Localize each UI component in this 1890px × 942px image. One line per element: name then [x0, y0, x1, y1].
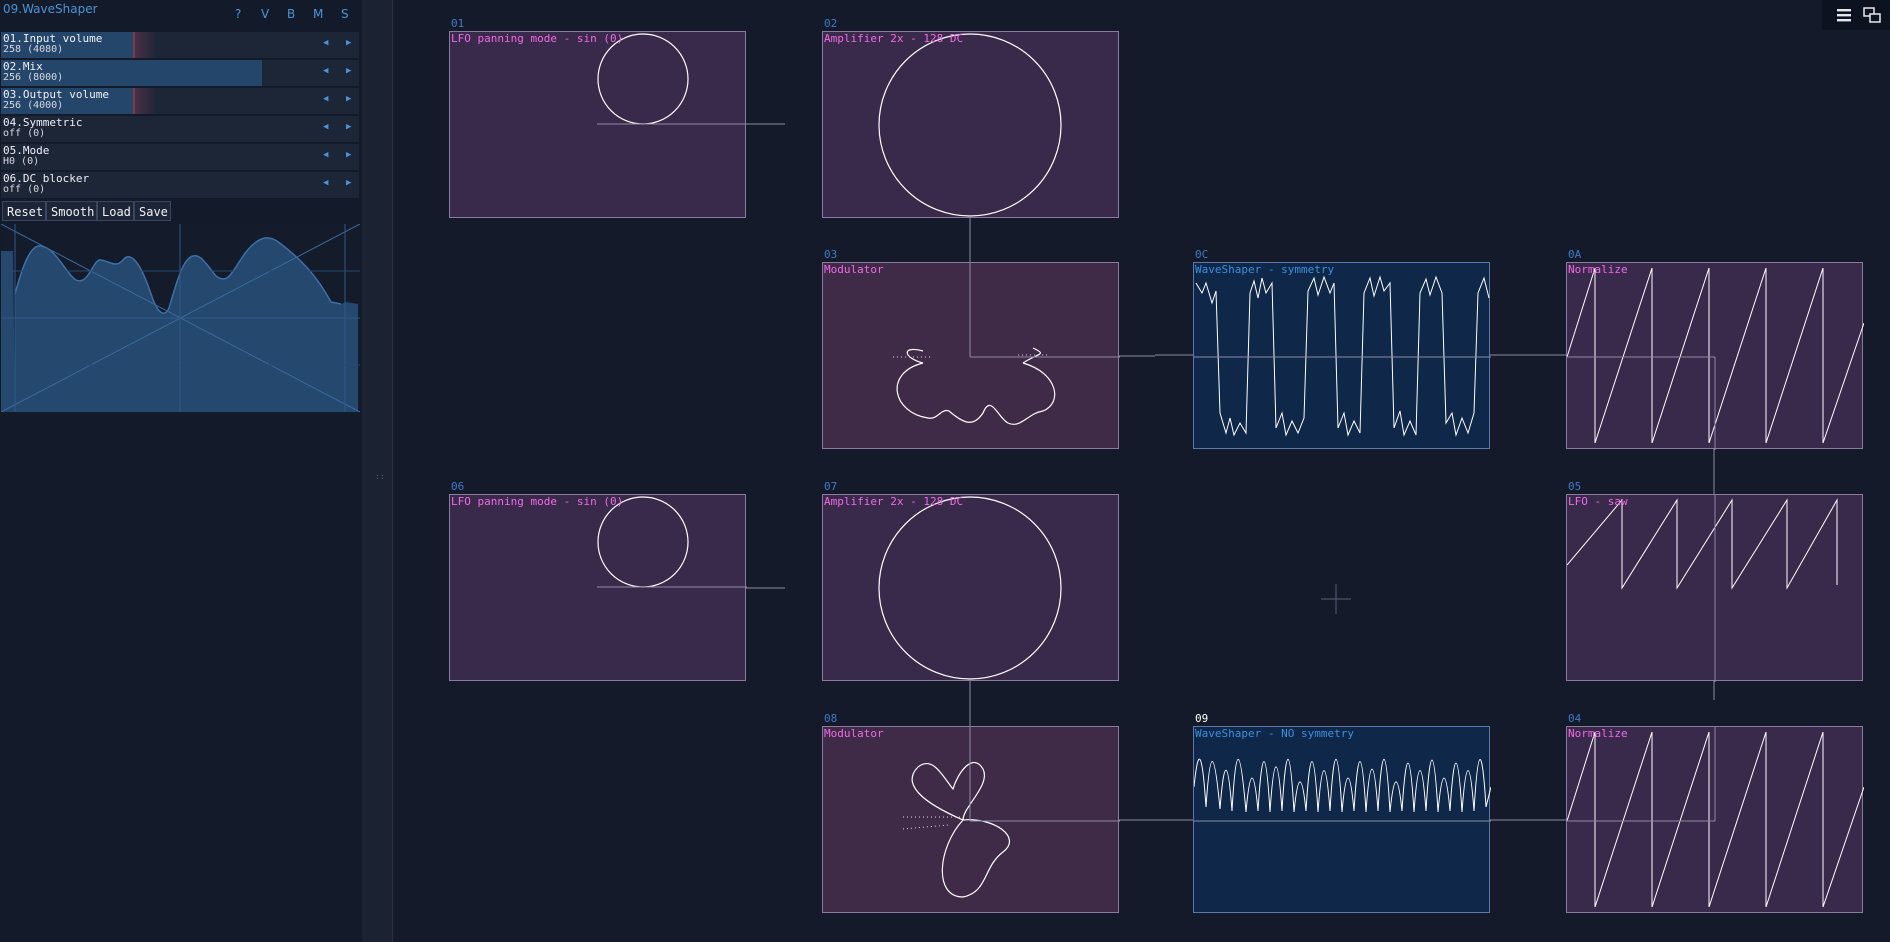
node-08-modulator[interactable]: 08 Modulator — [822, 712, 1120, 913]
node-label: Modulator — [824, 263, 884, 276]
node-number: 06 — [451, 480, 465, 493]
node-05-lfo-saw[interactable]: 05 LFO - saw — [1566, 480, 1863, 682]
node-03-modulator[interactable]: 03 Modulator — [822, 248, 1120, 449]
node-label: Amplifier 2x - 128 DC — [824, 32, 964, 45]
node-label: LFO panning mode - sin (0) — [451, 495, 624, 508]
node-label: Modulator — [824, 727, 884, 740]
node-label: Amplifier 2x - 128 DC — [824, 495, 964, 508]
node-04-normalize[interactable]: 04 Normalize — [1566, 712, 1864, 913]
node-06-lfo-panning[interactable]: 06 LFO panning mode - sin (0) — [449, 480, 747, 681]
node-09-waveshaper-no-symmetry[interactable]: 09 WaveShaper - NO symmetry — [1193, 712, 1491, 913]
node-number: 02 — [824, 17, 838, 30]
crosshair-icon — [1321, 584, 1351, 614]
hamburger-menu-icon[interactable] — [1834, 6, 1854, 24]
node-0c-waveshaper-symmetry[interactable]: 0C WaveShaper - symmetry — [1193, 248, 1491, 449]
node-number: 05 — [1568, 480, 1582, 493]
node-number: 08 — [824, 712, 838, 725]
windows-icon[interactable] — [1862, 6, 1882, 24]
node-number: 04 — [1568, 712, 1582, 725]
node-number: 09 — [1195, 712, 1209, 725]
node-07-amplifier[interactable]: 07 Amplifier 2x - 128 DC — [822, 480, 1119, 681]
node-label: LFO panning mode - sin (0) — [451, 32, 624, 45]
node-label: LFO - saw — [1568, 495, 1628, 508]
node-02-amplifier[interactable]: 02 Amplifier 2x - 128 DC — [822, 17, 1119, 218]
node-label: WaveShaper - symmetry — [1195, 263, 1335, 276]
top-right-toolbar — [1822, 0, 1890, 30]
node-number: 03 — [824, 248, 838, 261]
node-label: Normalize — [1568, 263, 1628, 276]
node-number: 07 — [824, 480, 838, 493]
node-label: Normalize — [1568, 727, 1628, 740]
node-number: 01 — [451, 17, 465, 30]
node-label: WaveShaper - NO symmetry — [1195, 727, 1354, 740]
node-number: 0A — [1568, 248, 1582, 261]
node-number: 0C — [1195, 248, 1209, 261]
node-01-lfo-panning[interactable]: 01 LFO panning mode - sin (0) — [449, 17, 747, 218]
node-0a-normalize[interactable]: 0A Normalize — [1566, 248, 1864, 450]
